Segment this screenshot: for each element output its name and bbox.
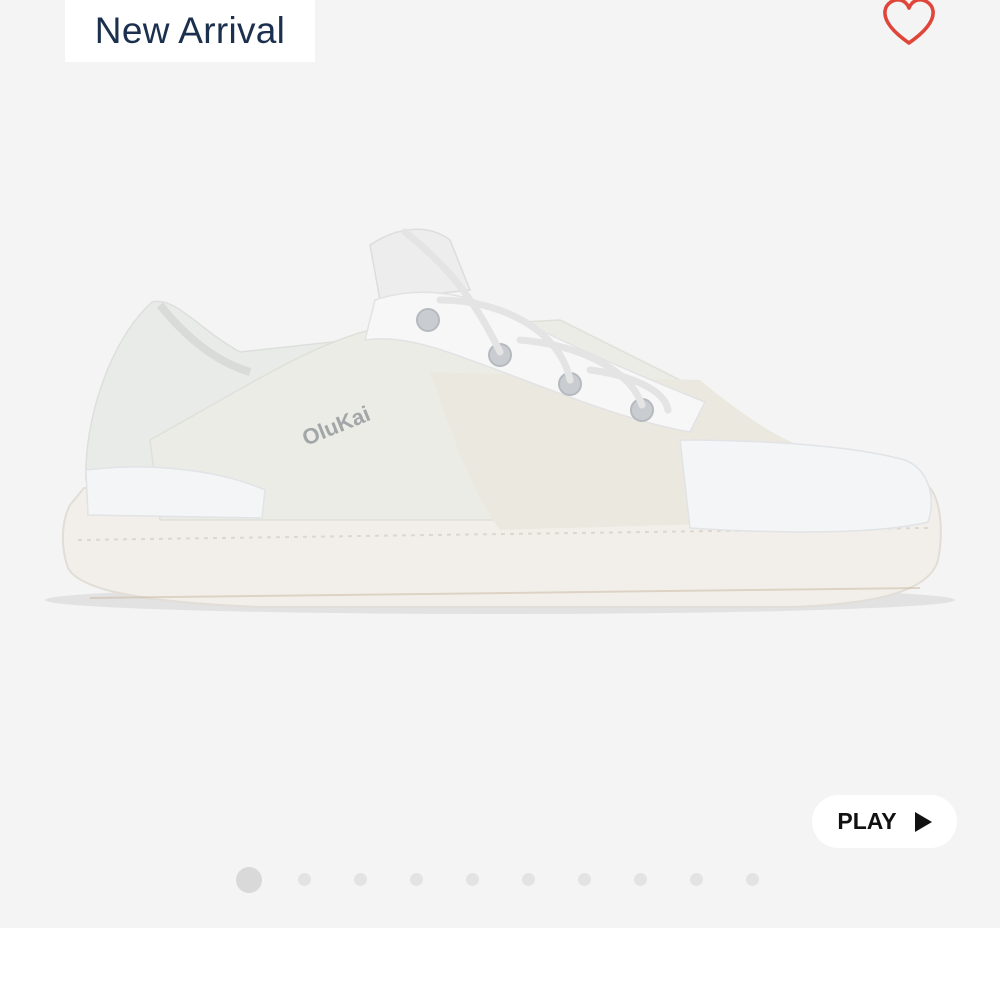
heart-outline-icon — [883, 0, 935, 45]
pagination-dot[interactable] — [690, 873, 703, 886]
pagination-dot[interactable] — [578, 873, 591, 886]
new-arrival-badge: New Arrival — [65, 0, 315, 62]
play-icon — [914, 811, 932, 832]
product-image-sneaker: OluKai — [45, 228, 955, 614]
pagination-dot[interactable] — [634, 873, 647, 886]
pagination-dot[interactable] — [466, 873, 479, 886]
pagination-dot[interactable] — [298, 873, 311, 886]
pagination-dot[interactable] — [746, 873, 759, 886]
pagination-dot[interactable] — [354, 873, 367, 886]
pagination-dot[interactable] — [236, 867, 262, 893]
play-video-button[interactable]: PLAY — [812, 795, 957, 848]
pagination-dot[interactable] — [522, 873, 535, 886]
product-image-gallery[interactable]: New Arrival OluKai PLAY — [0, 0, 1000, 928]
favorite-button[interactable] — [876, 0, 942, 52]
pagination-dot[interactable] — [410, 873, 423, 886]
play-label: PLAY — [837, 808, 897, 834]
